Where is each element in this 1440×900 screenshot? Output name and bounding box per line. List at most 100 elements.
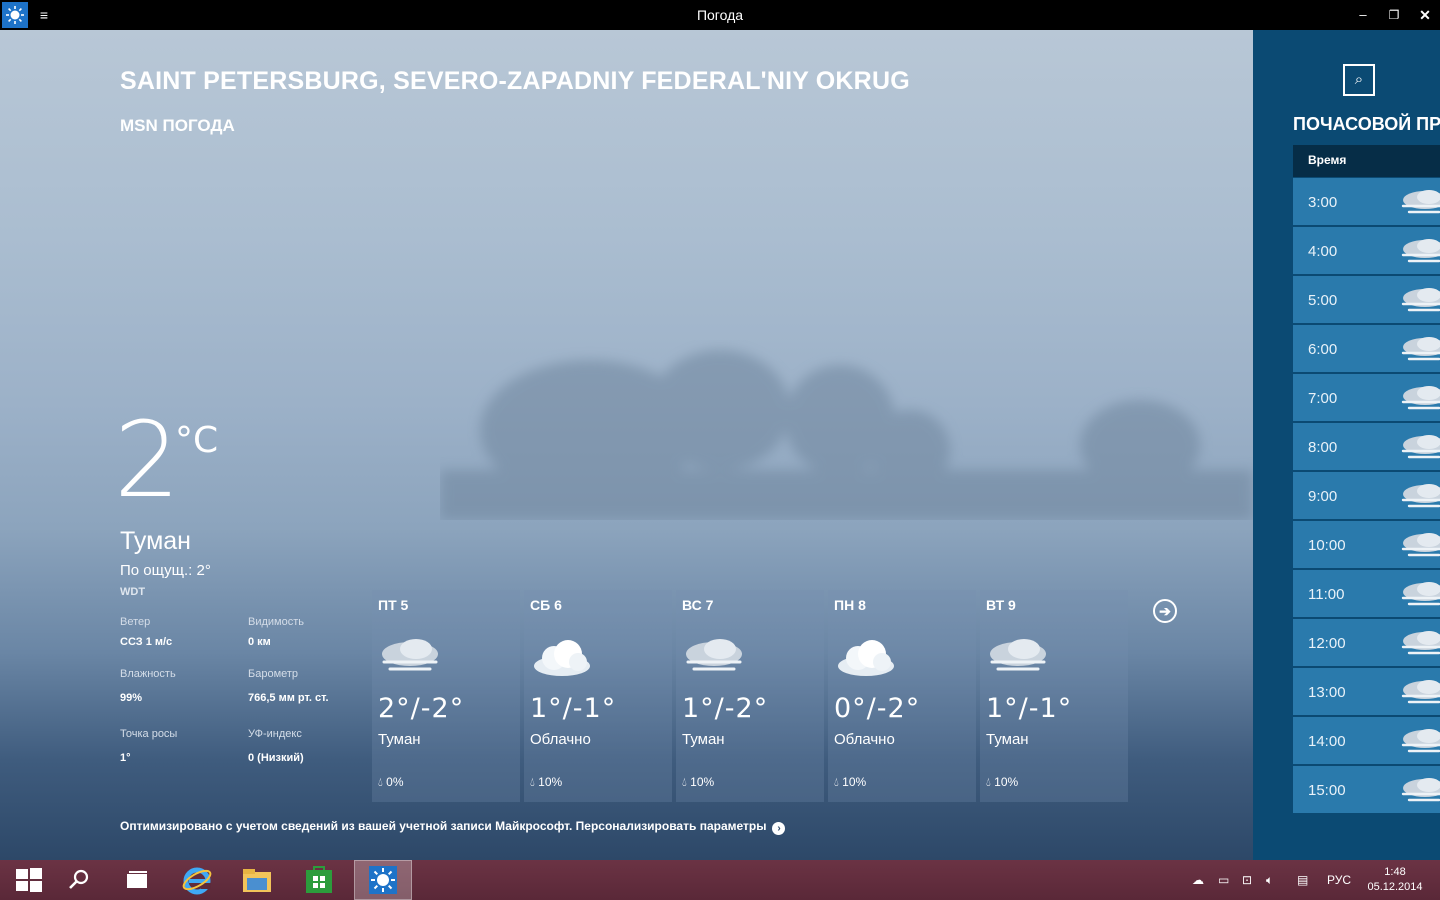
hourly-row[interactable]: 6:00 xyxy=(1293,325,1440,372)
title-bar: ≡ Погода – ❐ ✕ xyxy=(0,0,1440,30)
maximize-button[interactable]: ❐ xyxy=(1383,4,1405,26)
raindrop-icon: 💧︎ xyxy=(682,775,687,789)
fog-cloud-icon xyxy=(1401,729,1440,753)
wind-label: Ветер xyxy=(120,616,151,628)
forecast-precip: 💧︎ 10% xyxy=(682,775,715,789)
search-taskbar-button[interactable] xyxy=(50,860,108,900)
hourly-row[interactable]: 10:00 xyxy=(1293,521,1440,568)
current-condition: Туман xyxy=(120,527,191,555)
network-icon[interactable]: ⊡ xyxy=(1242,860,1252,900)
volume-icon[interactable]: 🔈︎ xyxy=(1266,860,1273,900)
fog-cloud-icon xyxy=(1401,190,1440,214)
internet-explorer-button[interactable] xyxy=(168,860,226,900)
notifications-icon[interactable]: ▤ xyxy=(1297,860,1308,900)
fog-cloud-icon xyxy=(990,639,1046,671)
forecast-day-name: ВС 7 xyxy=(682,597,714,613)
hourly-row[interactable]: 13:00 xyxy=(1293,668,1440,715)
hourly-row[interactable]: 9:00 xyxy=(1293,472,1440,519)
dew-point-label: Точка росы xyxy=(120,728,178,740)
forecast-day-name: ПН 8 xyxy=(834,597,866,613)
close-button[interactable]: ✕ xyxy=(1414,4,1436,26)
hourly-time-header: Время xyxy=(1293,145,1440,177)
cloud-icon xyxy=(534,640,590,676)
raindrop-icon: 💧︎ xyxy=(378,775,383,789)
hourly-row[interactable]: 14:00 xyxy=(1293,717,1440,764)
hourly-row[interactable]: 7:00 xyxy=(1293,374,1440,421)
hourly-time: 6:00 xyxy=(1308,341,1338,358)
forecast-day[interactable]: ВС 7 1°/-2° Туман 💧︎ 10% xyxy=(676,590,824,802)
taskbar: ☁ ▭ ⊡ 🔈︎ ▤ РУС 1:48 05.12.2014 xyxy=(0,860,1440,900)
store-button[interactable] xyxy=(290,860,348,900)
fog-cloud-icon xyxy=(1401,631,1440,655)
file-explorer-button[interactable] xyxy=(228,860,286,900)
forecast-precip: 💧︎ 10% xyxy=(986,775,1019,789)
hourly-time: 10:00 xyxy=(1308,537,1346,554)
hourly-row[interactable]: 3:00 xyxy=(1293,178,1440,225)
personalize-note[interactable]: Оптимизировано с учетом сведений из ваше… xyxy=(120,819,786,835)
forecast-condition: Туман xyxy=(682,731,725,748)
search-icon xyxy=(69,869,89,889)
next-days-arrow-icon[interactable]: ➔ xyxy=(1153,599,1177,623)
forecast-day[interactable]: СБ 6 1°/-1° Облачно 💧︎ 10% xyxy=(524,590,672,802)
task-view-button[interactable] xyxy=(108,860,166,900)
current-temperature: 2 xyxy=(114,399,181,521)
battery-icon[interactable]: ▭ xyxy=(1218,860,1229,900)
fog-cloud-icon xyxy=(382,639,438,671)
forecast-condition: Облачно xyxy=(834,731,895,748)
forecast-temps: 2°/-2° xyxy=(378,693,465,724)
hourly-row[interactable]: 15:00 xyxy=(1293,766,1440,813)
store-icon xyxy=(306,866,332,893)
hourly-title: ПОЧАСОВОЙ ПР xyxy=(1293,114,1440,134)
fog-cloud-icon xyxy=(1401,288,1440,312)
hourly-row[interactable]: 12:00 xyxy=(1293,619,1440,666)
uv-index-value: 0 (Низкий) xyxy=(248,752,304,764)
humidity-value: 99% xyxy=(120,692,143,704)
task-view-icon xyxy=(127,871,147,888)
barometer-label: Барометр xyxy=(248,668,299,680)
window-title: Погода xyxy=(696,7,744,23)
barometer-value: 766,5 мм рт. ст. xyxy=(248,692,329,704)
fog-cloud-icon xyxy=(1401,680,1440,704)
forecast-precip: 💧︎ 10% xyxy=(530,775,563,789)
hourly-time: 3:00 xyxy=(1308,194,1338,211)
uv-index-label: УФ-индекс xyxy=(248,728,302,740)
station-label: WDT xyxy=(120,586,146,598)
weather-taskbar-button[interactable] xyxy=(354,860,412,900)
forecast-condition: Облачно xyxy=(530,731,591,748)
language-indicator[interactable]: РУС xyxy=(1327,860,1351,900)
clock[interactable]: 1:48 05.12.2014 xyxy=(1360,865,1430,895)
forecast-condition: Туман xyxy=(378,731,421,748)
search-button[interactable]: ⌕ xyxy=(1343,64,1375,96)
dew-point-value: 1° xyxy=(120,752,131,764)
clock-time: 1:48 xyxy=(1384,866,1406,878)
hourly-row[interactable]: 8:00 xyxy=(1293,423,1440,470)
forecast-day-name: ВТ 9 xyxy=(986,597,1016,613)
forecast-day-name: ПТ 5 xyxy=(378,597,409,613)
hourly-time: 12:00 xyxy=(1308,635,1346,652)
forecast-precip: 💧︎ 10% xyxy=(834,775,867,789)
hourly-time: 7:00 xyxy=(1308,390,1338,407)
forecast-day[interactable]: ВТ 9 1°/-1° Туман 💧︎ 10% xyxy=(980,590,1128,802)
fog-cloud-icon xyxy=(1401,582,1440,606)
hourly-row[interactable]: 5:00 xyxy=(1293,276,1440,323)
hourly-time: 13:00 xyxy=(1308,684,1346,701)
temperature-unit[interactable]: °C xyxy=(175,420,218,461)
forecast-day[interactable]: ПН 8 0°/-2° Облачно 💧︎ 10% xyxy=(828,590,976,802)
fog-cloud-icon xyxy=(1401,337,1440,361)
forecast-temps: 1°/-2° xyxy=(682,693,769,724)
raindrop-icon: 💧︎ xyxy=(986,775,991,789)
raindrop-icon: 💧︎ xyxy=(834,775,839,789)
forecast-temps: 0°/-2° xyxy=(834,693,921,724)
forecast-temps: 1°/-1° xyxy=(986,693,1073,724)
hourly-time: 5:00 xyxy=(1308,292,1338,309)
hourly-row[interactable]: 11:00 xyxy=(1293,570,1440,617)
fog-cloud-icon xyxy=(1401,386,1440,410)
file-explorer-icon xyxy=(243,869,271,892)
forecast-day[interactable]: ПТ 5 2°/-2° Туман 💧︎ 0% xyxy=(372,590,520,802)
raindrop-icon: 💧︎ xyxy=(530,775,535,789)
hourly-row[interactable]: 4:00 xyxy=(1293,227,1440,274)
minimize-button[interactable]: – xyxy=(1352,4,1374,26)
onedrive-icon[interactable]: ☁ xyxy=(1192,860,1204,900)
location-city[interactable]: SAINT PETERSBURG, SEVERO-ZAPADNIY FEDERA… xyxy=(120,67,910,96)
fog-cloud-icon xyxy=(1401,239,1440,263)
